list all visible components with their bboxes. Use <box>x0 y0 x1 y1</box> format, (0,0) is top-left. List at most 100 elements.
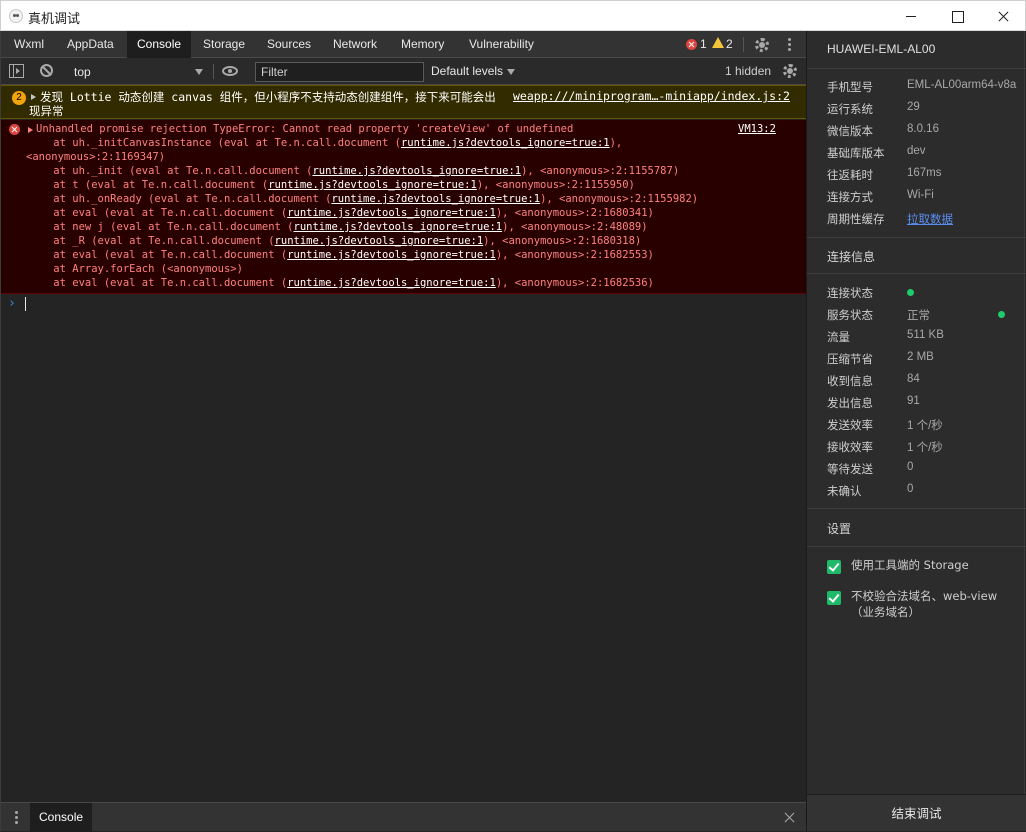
stack-frame-link[interactable]: runtime.js?devtools_ignore=true:1 <box>401 137 610 149</box>
info-row: 运行系统 29 <box>827 101 1017 123</box>
stack-frame: at uh._onReady (eval at Te.n.call.docume… <box>28 193 698 205</box>
stack-frame-location: ), <anonymous>:2:1155787) <box>521 165 680 177</box>
filter-input[interactable] <box>255 62 424 82</box>
drawer-close-icon[interactable] <box>783 812 795 824</box>
info-key: 往返耗时 <box>827 168 873 182</box>
stack-frame-link[interactable]: runtime.js?devtools_ignore=true:1 <box>268 179 477 191</box>
context-value: top <box>74 65 91 79</box>
stack-frame-link[interactable]: runtime.js?devtools_ignore=true:1 <box>287 207 496 219</box>
info-value: 84 <box>907 373 920 385</box>
stack-frame: at uh._init (eval at Te.n.call.document … <box>28 165 679 177</box>
info-value: EML-AL00arm64-v8a <box>907 79 1017 91</box>
console-output[interactable]: 2 发现 Lottie 动态创建 canvas 组件，但小程序不支持动态创建组件… <box>1 85 807 801</box>
expand-triangle-icon[interactable] <box>31 94 36 100</box>
stack-frame-link[interactable]: runtime.js?devtools_ignore=true:1 <box>294 221 503 233</box>
remote-debug-panel: HUAWEI-EML-AL00 手机型号 EML-AL00arm64-v8a 运行系… <box>806 31 1026 831</box>
fetch-data-link[interactable]: 拉取数据 <box>907 211 1017 227</box>
end-debug-button[interactable]: 结束调试 <box>807 794 1026 831</box>
stack-frame-link[interactable]: runtime.js?devtools_ignore=true:1 <box>287 277 496 289</box>
clear-console-icon[interactable] <box>40 64 53 77</box>
divider <box>807 508 1026 509</box>
maximize-icon[interactable] <box>934 1 980 31</box>
tab-wxml[interactable]: Wxml <box>4 31 54 58</box>
info-key: 连接方式 <box>827 190 873 204</box>
stack-frame-link[interactable]: runtime.js?devtools_ignore=true:1 <box>275 235 484 247</box>
info-row: 基础库版本 dev <box>827 145 1017 167</box>
show-sidebar-icon[interactable] <box>9 64 24 78</box>
info-row: 收到信息 84 <box>827 373 1017 395</box>
error-source-link[interactable]: VM13:2 <box>738 123 776 135</box>
info-row: 周期性缓存 拉取数据 <box>827 211 1017 233</box>
tab-appdata[interactable]: AppData <box>57 31 124 58</box>
settings-title: 设置 <box>827 522 852 536</box>
tab-memory[interactable]: Memory <box>391 31 454 58</box>
info-key: 压缩节省 <box>827 352 873 366</box>
info-row: 未确认 0 <box>827 483 1017 505</box>
stack-frame-text: at new j (eval at Te.n.call.document ( <box>28 221 294 233</box>
tab-storage[interactable]: Storage <box>193 31 255 58</box>
stack-frame-text: at Array.forEach (<anonymous>) <box>28 263 243 275</box>
log-levels-select[interactable]: Default levels <box>431 64 503 78</box>
warning-count-icon[interactable] <box>712 37 724 48</box>
info-row: 连接方式 Wi-Fi <box>827 189 1017 211</box>
close-icon[interactable] <box>980 1 1026 31</box>
info-value: dev <box>907 145 926 157</box>
info-key: 流量 <box>827 330 850 344</box>
info-key: 连接状态 <box>827 286 873 300</box>
warning-count[interactable]: 2 <box>726 37 733 51</box>
tab-console[interactable]: Console <box>127 31 192 58</box>
drawer-menu-icon[interactable] <box>15 811 19 825</box>
info-key: 周期性缓存 <box>827 212 885 226</box>
info-key: 服务状态 <box>827 308 873 322</box>
tab-network[interactable]: Network <box>323 31 387 58</box>
use-tool-storage-label: 使用工具端的 Storage <box>851 558 969 572</box>
use-tool-storage-checkbox[interactable] <box>827 560 841 574</box>
stack-frame-location: ), <anonymous>:2:1155982) <box>540 193 699 205</box>
stack-frame-location: ), <anonymous>:2:1680341) <box>495 207 654 219</box>
divider <box>807 237 1026 238</box>
drawer-tab-console[interactable]: Console <box>30 803 93 832</box>
stack-frame-location: ), <anonymous>:2:1682553) <box>495 249 654 261</box>
stack-frame-text: <anonymous>:2:1169347) <box>26 151 166 163</box>
warning-text: 发现 Lottie 动态创建 canvas 组件，但小程序不支持动态创建组件，接… <box>40 90 496 104</box>
skip-domain-check-checkbox[interactable] <box>827 591 841 605</box>
minimize-icon[interactable] <box>888 1 934 31</box>
chevron-down-icon <box>507 69 515 75</box>
warning-message: 2 发现 Lottie 动态创建 canvas 组件，但小程序不支持动态创建组件… <box>1 85 807 119</box>
devtools-panel: Wxml AppData Console Storage Sources Net… <box>0 31 807 832</box>
log-levels-label: Default levels <box>431 64 504 78</box>
settings-gear-icon[interactable] <box>755 38 769 52</box>
window-title: 真机调试 <box>28 11 81 26</box>
stack-frame-text: at uh._onReady (eval at Te.n.call.docume… <box>28 193 332 205</box>
stack-frame: <anonymous>:2:1169347) <box>26 151 165 163</box>
info-row: 等待发送 0 <box>827 461 1017 483</box>
console-input-cursor[interactable] <box>25 297 26 311</box>
tab-vulnerability[interactable]: Vulnerability <box>459 31 544 58</box>
info-value: 91 <box>907 395 920 407</box>
context-select[interactable]: top <box>67 61 209 82</box>
stack-frame-link[interactable]: runtime.js?devtools_ignore=true:1 <box>287 249 496 261</box>
warning-text-continued: 现异常 <box>29 104 64 118</box>
stack-frame: at t (eval at Te.n.call.document (runtim… <box>28 179 635 191</box>
stack-frame-text: at uh._init (eval at Te.n.call.document … <box>28 165 313 177</box>
error-message: Unhandled promise rejection TypeError: C… <box>1 120 807 294</box>
expand-triangle-icon[interactable] <box>28 127 33 133</box>
warning-source-link[interactable]: weapp:///miniprogram…-miniapp/index.js:2 <box>513 89 790 103</box>
info-value: 167ms <box>907 167 942 179</box>
info-row: 连接状态 <box>827 285 1017 307</box>
error-count[interactable]: 1 <box>700 37 707 51</box>
info-key: 发送效率 <box>827 418 873 432</box>
more-menu-icon[interactable] <box>788 38 792 52</box>
stack-frame-location: ), <anonymous>:2:1155950) <box>476 179 635 191</box>
connection-info-title: 连接信息 <box>827 250 876 264</box>
error-count-icon[interactable] <box>686 39 697 50</box>
stack-frame-link[interactable]: runtime.js?devtools_ignore=true:1 <box>312 165 521 177</box>
console-settings-gear-icon[interactable] <box>783 64 797 78</box>
connection-status-dot-icon <box>907 289 914 296</box>
tab-sources[interactable]: Sources <box>257 31 321 58</box>
divider <box>743 37 744 52</box>
console-prompt-icon: › <box>8 296 16 311</box>
stack-frame-text: at uh._initCanvasInstance (eval at Te.n.… <box>28 137 401 149</box>
stack-frame-link[interactable]: runtime.js?devtools_ignore=true:1 <box>331 193 540 205</box>
live-expression-eye-icon[interactable] <box>222 66 238 76</box>
